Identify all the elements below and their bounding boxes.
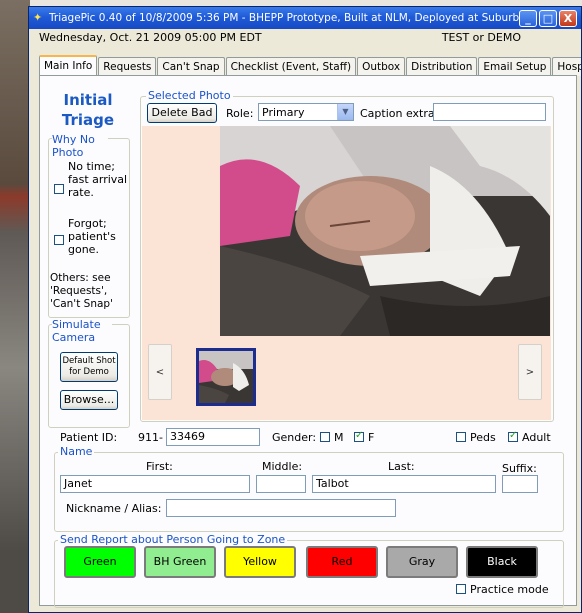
tab-distribution[interactable]: Distribution: [406, 57, 478, 76]
patient-id-label: Patient ID:: [60, 431, 118, 444]
maximize-button[interactable]: □: [539, 9, 557, 27]
forgot-checkbox[interactable]: [54, 235, 64, 245]
app-window: ✦ TriagePic 0.40 of 10/8/2009 5:36 PM - …: [28, 6, 582, 613]
zone-yellow-button[interactable]: Yellow: [224, 546, 296, 578]
female-label: F: [368, 431, 375, 444]
practice-mode-label: Practice mode: [470, 583, 549, 596]
role-label: Role:: [226, 107, 254, 120]
tab-outbox[interactable]: Outbox: [357, 57, 406, 76]
role-select[interactable]: Primary ▼: [258, 103, 354, 121]
patient-id-input[interactable]: 33469: [166, 428, 260, 446]
peds-label: Peds: [470, 431, 496, 444]
name-legend: Name: [58, 445, 95, 458]
no-time-label: No time; fast arrival rate.: [68, 160, 128, 199]
nickname-input[interactable]: [166, 499, 396, 517]
first-name-label: First:: [146, 460, 173, 473]
photo-thumbnail-image: [199, 351, 253, 403]
zone-gray-button[interactable]: Gray: [386, 546, 458, 578]
first-name-input[interactable]: Janet: [60, 475, 250, 493]
suffix-label: Suffix:: [502, 462, 537, 475]
no-time-checkbox[interactable]: [54, 184, 64, 194]
zone-bh-green-button[interactable]: BH Green: [144, 546, 216, 578]
title-bar[interactable]: ✦ TriagePic 0.40 of 10/8/2009 5:36 PM - …: [29, 7, 581, 29]
last-name-input[interactable]: Talbot: [312, 475, 496, 493]
main-info-panel: Initial Triage Why No Photo No time; fas…: [39, 75, 577, 608]
simulate-camera-legend: Simulate Camera: [52, 318, 112, 344]
tab-strip: Main Info Requests Can't Snap Checklist …: [39, 55, 581, 77]
tab-email-setup[interactable]: Email Setup: [478, 57, 552, 76]
tab-cant-snap[interactable]: Can't Snap: [157, 57, 225, 76]
close-button[interactable]: X: [559, 9, 577, 27]
desktop-background: [0, 0, 30, 613]
suffix-input[interactable]: [502, 475, 538, 493]
caption-input[interactable]: [433, 103, 546, 121]
tab-main-info[interactable]: Main Info: [39, 55, 98, 77]
last-name-label: Last:: [388, 460, 415, 473]
window-title: TriagePic 0.40 of 10/8/2009 5:36 PM - BH…: [49, 12, 519, 24]
practice-mode-checkbox[interactable]: [456, 584, 466, 594]
app-icon: ✦: [33, 11, 43, 24]
patient-photo-image: [220, 126, 550, 336]
male-label: M: [334, 431, 344, 444]
zone-black-button[interactable]: Black: [466, 546, 538, 578]
delete-bad-button[interactable]: Delete Bad: [147, 103, 217, 123]
others-note: Others: see 'Requests', 'Can't Snap': [50, 272, 113, 310]
tab-hospital[interactable]: Hospital: [552, 57, 581, 76]
panel-title: Initial Triage: [48, 90, 128, 130]
photo-area: < >: [142, 126, 551, 420]
why-no-photo-legend: Why No Photo: [52, 133, 108, 159]
patient-photo: [220, 126, 550, 336]
caption-label: Caption extra:: [360, 107, 439, 120]
adult-checkbox[interactable]: [508, 430, 518, 442]
photo-thumbnail[interactable]: [196, 348, 256, 406]
panel-title-line2: Triage: [61, 111, 115, 129]
middle-name-input[interactable]: [256, 475, 306, 493]
female-checkbox[interactable]: [354, 430, 364, 442]
header-mode: TEST or DEMO: [441, 31, 521, 44]
zone-legend: Send Report about Person Going to Zone: [58, 533, 288, 546]
header-date: Wednesday, Oct. 21 2009 05:00 PM EDT: [39, 31, 262, 44]
male-checkbox[interactable]: [320, 432, 330, 442]
zone-green-button[interactable]: Green: [64, 546, 136, 578]
gender-label: Gender:: [272, 431, 317, 444]
middle-name-label: Middle:: [262, 460, 303, 473]
browse-button[interactable]: Browse...: [60, 390, 118, 410]
patient-id-prefix: 911-: [138, 431, 163, 444]
default-shot-button[interactable]: Default Shot for Demo: [60, 352, 118, 382]
tab-checklist[interactable]: Checklist (Event, Staff): [225, 57, 357, 76]
nickname-label: Nickname / Alias:: [66, 502, 162, 515]
forgot-label: Forgot; patient's gone.: [68, 217, 116, 256]
minimize-button[interactable]: _: [519, 9, 537, 27]
tab-requests[interactable]: Requests: [98, 57, 157, 76]
selected-photo-legend: Selected Photo: [146, 89, 233, 102]
adult-label: Adult: [522, 431, 551, 444]
zone-red-button[interactable]: Red: [306, 546, 378, 578]
next-photo-button[interactable]: >: [518, 344, 542, 400]
previous-photo-button[interactable]: <: [148, 344, 172, 400]
panel-title-line1: Initial: [63, 91, 113, 109]
role-value: Primary: [262, 106, 305, 119]
peds-checkbox[interactable]: [456, 432, 466, 442]
chevron-down-icon[interactable]: ▼: [337, 104, 353, 120]
